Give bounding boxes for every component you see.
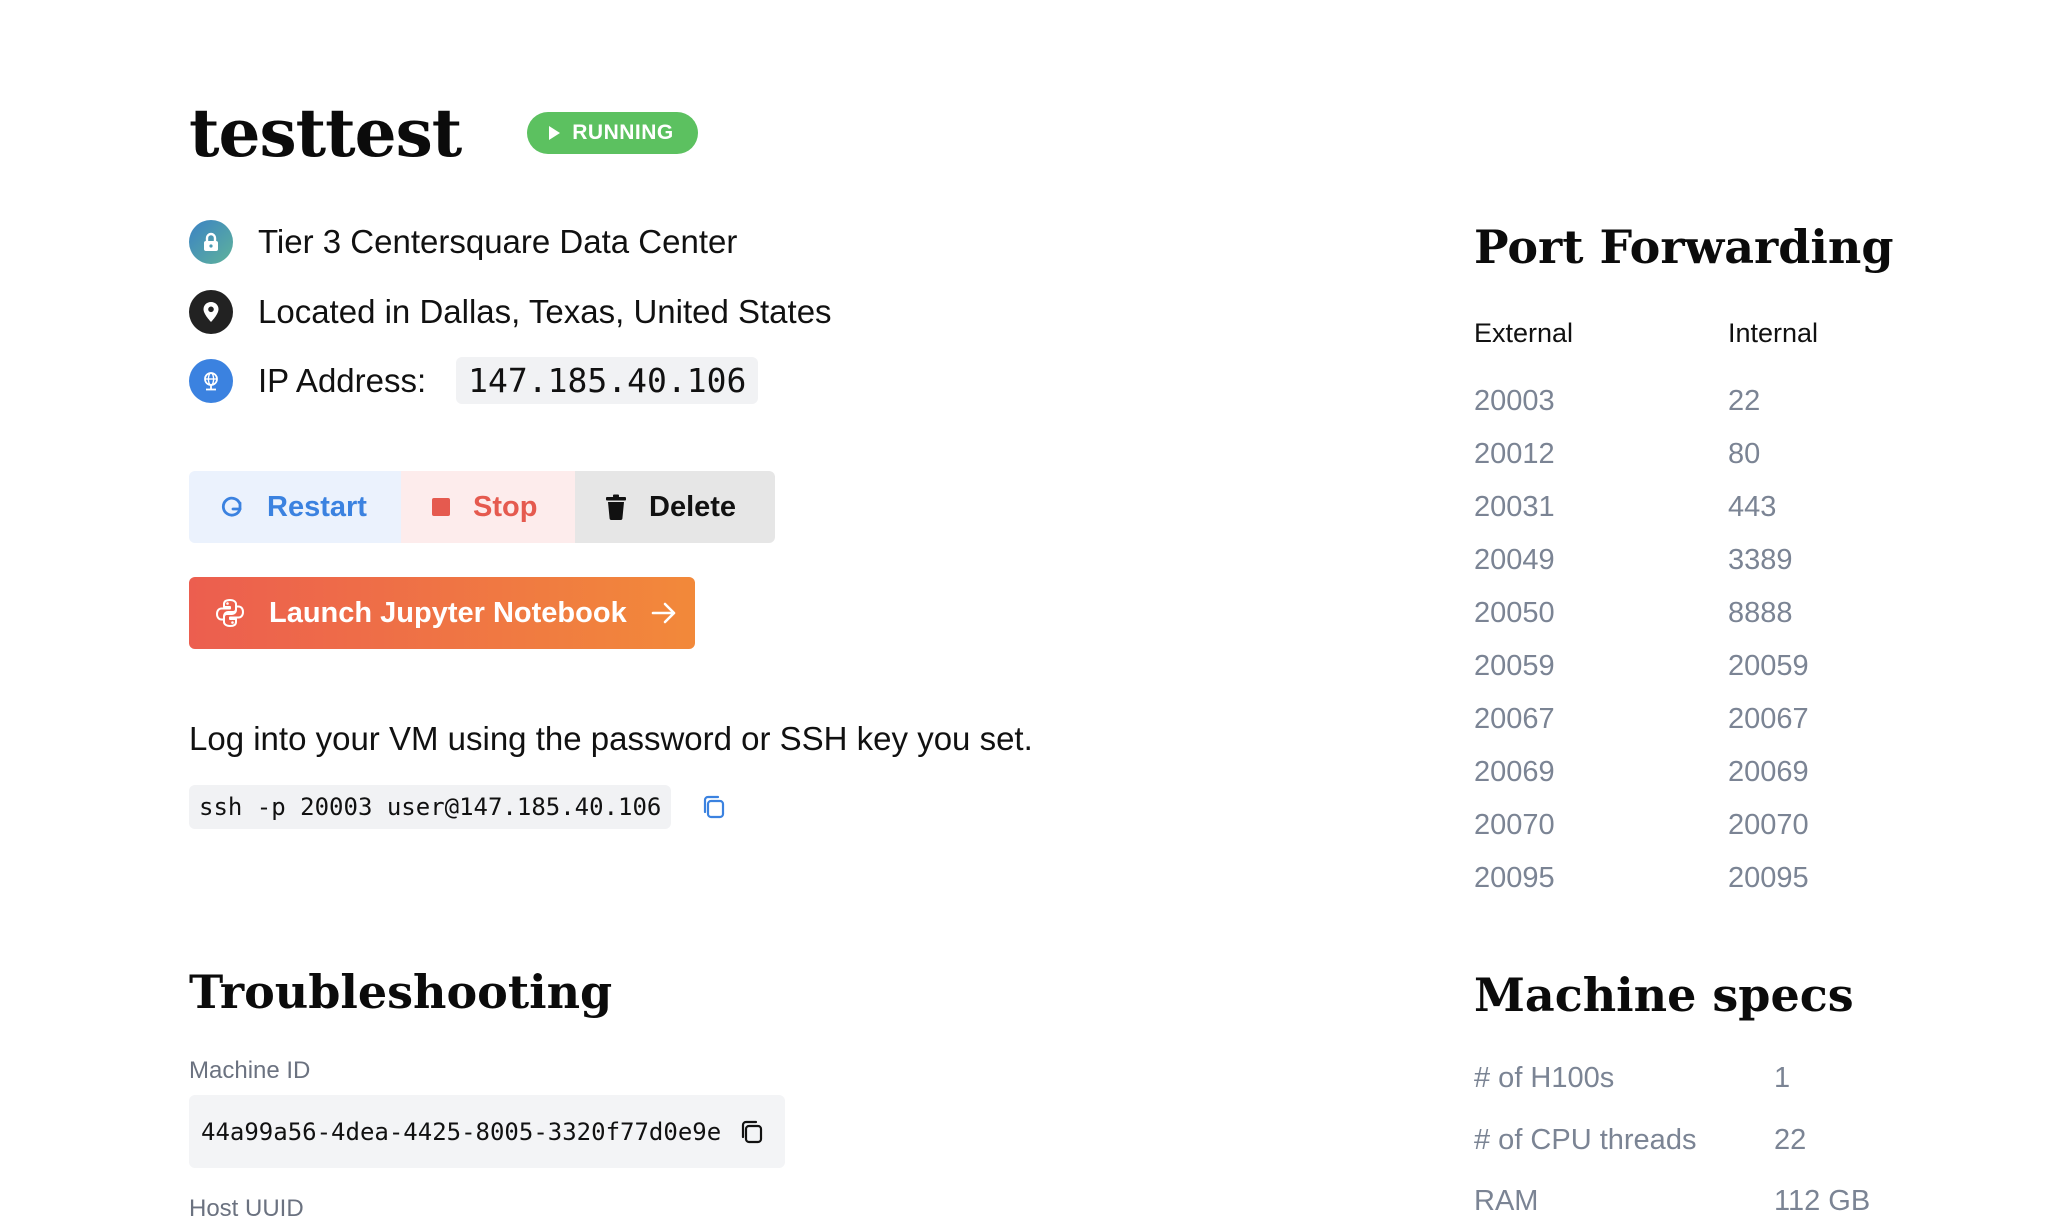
port-row: 20031 443 — [1474, 491, 1809, 544]
port-row: 20049 3389 — [1474, 544, 1809, 597]
spec-row: # of H100s 1 — [1474, 1062, 1790, 1095]
arrow-right-icon — [651, 602, 677, 624]
port-internal: 20069 — [1728, 756, 1809, 788]
port-internal: 20070 — [1728, 809, 1809, 841]
port-row: 20050 8888 — [1474, 597, 1809, 650]
datacenter-text: Tier 3 Centersquare Data Center — [258, 223, 738, 260]
launch-jupyter-button[interactable]: Launch Jupyter Notebook — [189, 577, 695, 649]
ssh-command-row: ssh -p 20003 user@147.185.40.106 — [189, 785, 727, 829]
machine-specs-heading: Machine specs — [1474, 968, 1854, 1022]
port-external: 20049 — [1474, 544, 1555, 576]
vm-name: testtest — [189, 94, 462, 172]
port-external: 20067 — [1474, 703, 1555, 735]
port-row: 20012 80 — [1474, 438, 1809, 491]
stop-icon — [431, 497, 451, 517]
python-icon — [215, 598, 245, 628]
port-external: 20031 — [1474, 491, 1555, 523]
stop-button[interactable]: Stop — [401, 471, 575, 543]
location-pin-icon — [189, 290, 233, 334]
location-row: Located in Dallas, Texas, United States — [189, 290, 832, 334]
port-row: 20059 20059 — [1474, 650, 1809, 703]
spec-label: # of H100s — [1474, 1062, 1615, 1094]
port-row: 20095 20095 — [1474, 862, 1809, 915]
port-forwarding-heading: Port Forwarding — [1474, 220, 1894, 274]
port-internal: 8888 — [1728, 597, 1793, 629]
port-internal: 20059 — [1728, 650, 1809, 682]
port-external: 20070 — [1474, 809, 1555, 841]
location-text: Located in Dallas, Texas, United States — [258, 293, 832, 330]
globe-icon — [189, 358, 233, 403]
delete-button[interactable]: Delete — [575, 471, 775, 543]
ssh-command[interactable]: ssh -p 20003 user@147.185.40.106 — [189, 785, 672, 829]
spec-row: # of CPU threads 22 — [1474, 1124, 1806, 1157]
port-internal: 22 — [1728, 385, 1761, 417]
port-external: 20095 — [1474, 862, 1555, 894]
port-table: 20003 22 20012 80 20031 443 20049 3389 20050 8888… — [1474, 385, 1809, 915]
spec-label: # of CPU threads — [1474, 1124, 1697, 1156]
port-internal: 443 — [1728, 491, 1777, 523]
vm-actions: Restart Stop Delete — [189, 471, 775, 543]
trash-icon — [605, 494, 627, 520]
stop-label: Stop — [473, 490, 538, 523]
copy-icon[interactable] — [739, 1119, 765, 1145]
machine-id-label: Machine ID — [189, 1057, 311, 1084]
port-table-header: External Internal — [1474, 318, 1818, 349]
delete-label: Delete — [649, 490, 737, 523]
col-external: External — [1474, 318, 1574, 348]
port-internal: 3389 — [1728, 544, 1793, 576]
launch-jupyter-label: Launch Jupyter Notebook — [269, 596, 627, 629]
port-row: 20070 20070 — [1474, 809, 1809, 862]
port-row: 20069 20069 — [1474, 756, 1809, 809]
status-badge: RUNNING — [527, 112, 698, 154]
restart-button[interactable]: Restart — [189, 471, 401, 543]
port-external: 20059 — [1474, 650, 1555, 682]
host-uuid-label: Host UUID — [189, 1195, 304, 1216]
ip-label: IP Address: — [258, 361, 427, 399]
spec-row: RAM 112 GB — [1474, 1185, 1870, 1216]
title-row: testtest RUNNING — [189, 100, 698, 166]
restart-label: Restart — [267, 490, 367, 523]
spec-value: 112 GB — [1774, 1185, 1871, 1216]
spec-value: 22 — [1774, 1124, 1807, 1156]
machine-id-value[interactable]: 44a99a56-4dea-4425-8005-3320f77d0e9e — [201, 1118, 721, 1146]
play-icon — [549, 126, 561, 140]
port-row: 20067 20067 — [1474, 703, 1809, 756]
troubleshooting-heading: Troubleshooting — [189, 965, 613, 1019]
machine-id-field: 44a99a56-4dea-4425-8005-3320f77d0e9e — [189, 1095, 785, 1168]
restart-icon — [219, 494, 245, 520]
ip-row: IP Address: 147.185.40.106 — [189, 357, 759, 404]
status-text: RUNNING — [572, 121, 674, 144]
copy-icon[interactable] — [701, 794, 727, 820]
port-internal: 20067 — [1728, 703, 1809, 735]
port-external: 20069 — [1474, 756, 1555, 788]
port-external: 20050 — [1474, 597, 1555, 629]
port-row: 20003 22 — [1474, 385, 1809, 438]
port-external: 20012 — [1474, 438, 1555, 470]
port-internal: 80 — [1728, 438, 1761, 470]
spec-label: RAM — [1474, 1185, 1539, 1216]
spec-value: 1 — [1774, 1062, 1791, 1094]
port-internal: 20095 — [1728, 862, 1809, 894]
login-instructions: Log into your VM using the password or S… — [189, 720, 1033, 757]
col-internal: Internal — [1728, 318, 1819, 348]
ip-address[interactable]: 147.185.40.106 — [456, 357, 759, 404]
datacenter-row: Tier 3 Centersquare Data Center — [189, 220, 737, 264]
port-external: 20003 — [1474, 385, 1555, 417]
lock-icon — [189, 220, 233, 264]
